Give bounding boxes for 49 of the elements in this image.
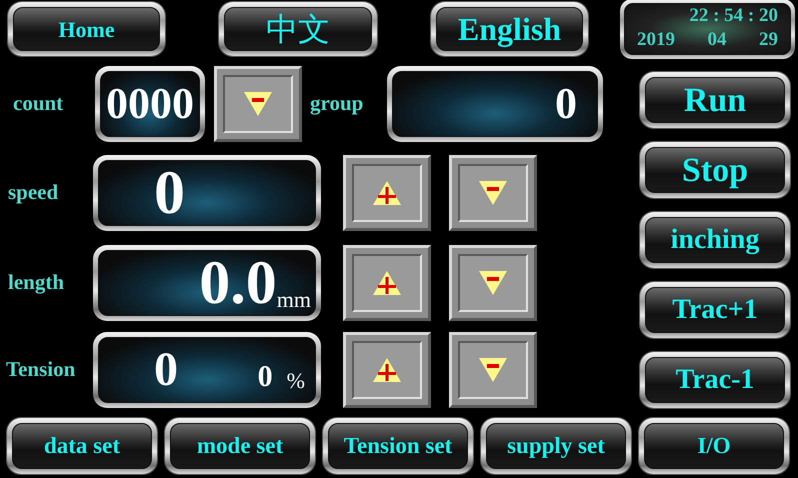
command-button[interactable]: inching [640, 212, 790, 268]
command-button[interactable]: Trac+1 [640, 282, 790, 338]
language-button[interactable]: 中文 [219, 2, 377, 56]
field-label: speed [8, 179, 60, 206]
decrease-button[interactable] [449, 155, 537, 231]
command-button[interactable]: Run [640, 72, 790, 128]
language-button[interactable]: English [431, 2, 588, 56]
unit-label: % [286, 370, 305, 392]
plus-triangle-icon [372, 180, 402, 206]
clock-date-part: 04 [708, 28, 726, 52]
clock-date-part: 2019 [637, 28, 675, 52]
decrease-button[interactable] [449, 332, 537, 408]
minus-triangle-icon [478, 180, 508, 206]
field-value: 0 [154, 162, 185, 224]
numeric-field[interactable]: 0.0mm [93, 245, 321, 321]
minus-triangle-icon [243, 91, 273, 117]
clock-time: 22 : 54 : 20 [689, 4, 778, 28]
minus-triangle-icon [478, 357, 508, 383]
plus-triangle-icon [372, 270, 402, 296]
numeric-field[interactable]: 0 [93, 155, 321, 231]
decrease-button[interactable] [449, 245, 537, 321]
field-value: 0 [154, 346, 178, 394]
field-label: group [310, 90, 364, 118]
increase-button[interactable] [343, 245, 431, 321]
command-button[interactable]: Stop [640, 142, 790, 198]
home-button[interactable]: Home [8, 2, 165, 56]
menu-button[interactable]: mode set [165, 418, 315, 474]
menu-button[interactable]: Tension set [323, 418, 473, 474]
increase-button[interactable] [343, 155, 431, 231]
menu-button[interactable]: data set [7, 418, 157, 474]
command-button[interactable]: Trac-1 [640, 352, 790, 408]
field-label: length [8, 269, 66, 296]
field-value: 0000 [106, 82, 194, 126]
field-label: Tension [6, 356, 76, 384]
numeric-field[interactable]: 0 0 % [93, 332, 321, 408]
unit-label: mm [276, 289, 311, 311]
increase-button[interactable] [343, 332, 431, 408]
minus-triangle-icon [478, 270, 508, 296]
numeric-field[interactable]: 0 [387, 66, 603, 142]
field-value: 0.0 [199, 252, 277, 314]
plus-triangle-icon [372, 357, 402, 383]
field-value: 0 [258, 362, 273, 392]
field-label: count [13, 90, 64, 118]
decrease-button[interactable] [214, 66, 302, 142]
menu-button[interactable]: supply set [481, 418, 631, 474]
field-value: 0 [555, 82, 577, 126]
clock-date-part: 29 [759, 28, 778, 52]
menu-button[interactable]: I/O [639, 418, 789, 474]
numeric-field[interactable]: 0000 [95, 66, 205, 142]
